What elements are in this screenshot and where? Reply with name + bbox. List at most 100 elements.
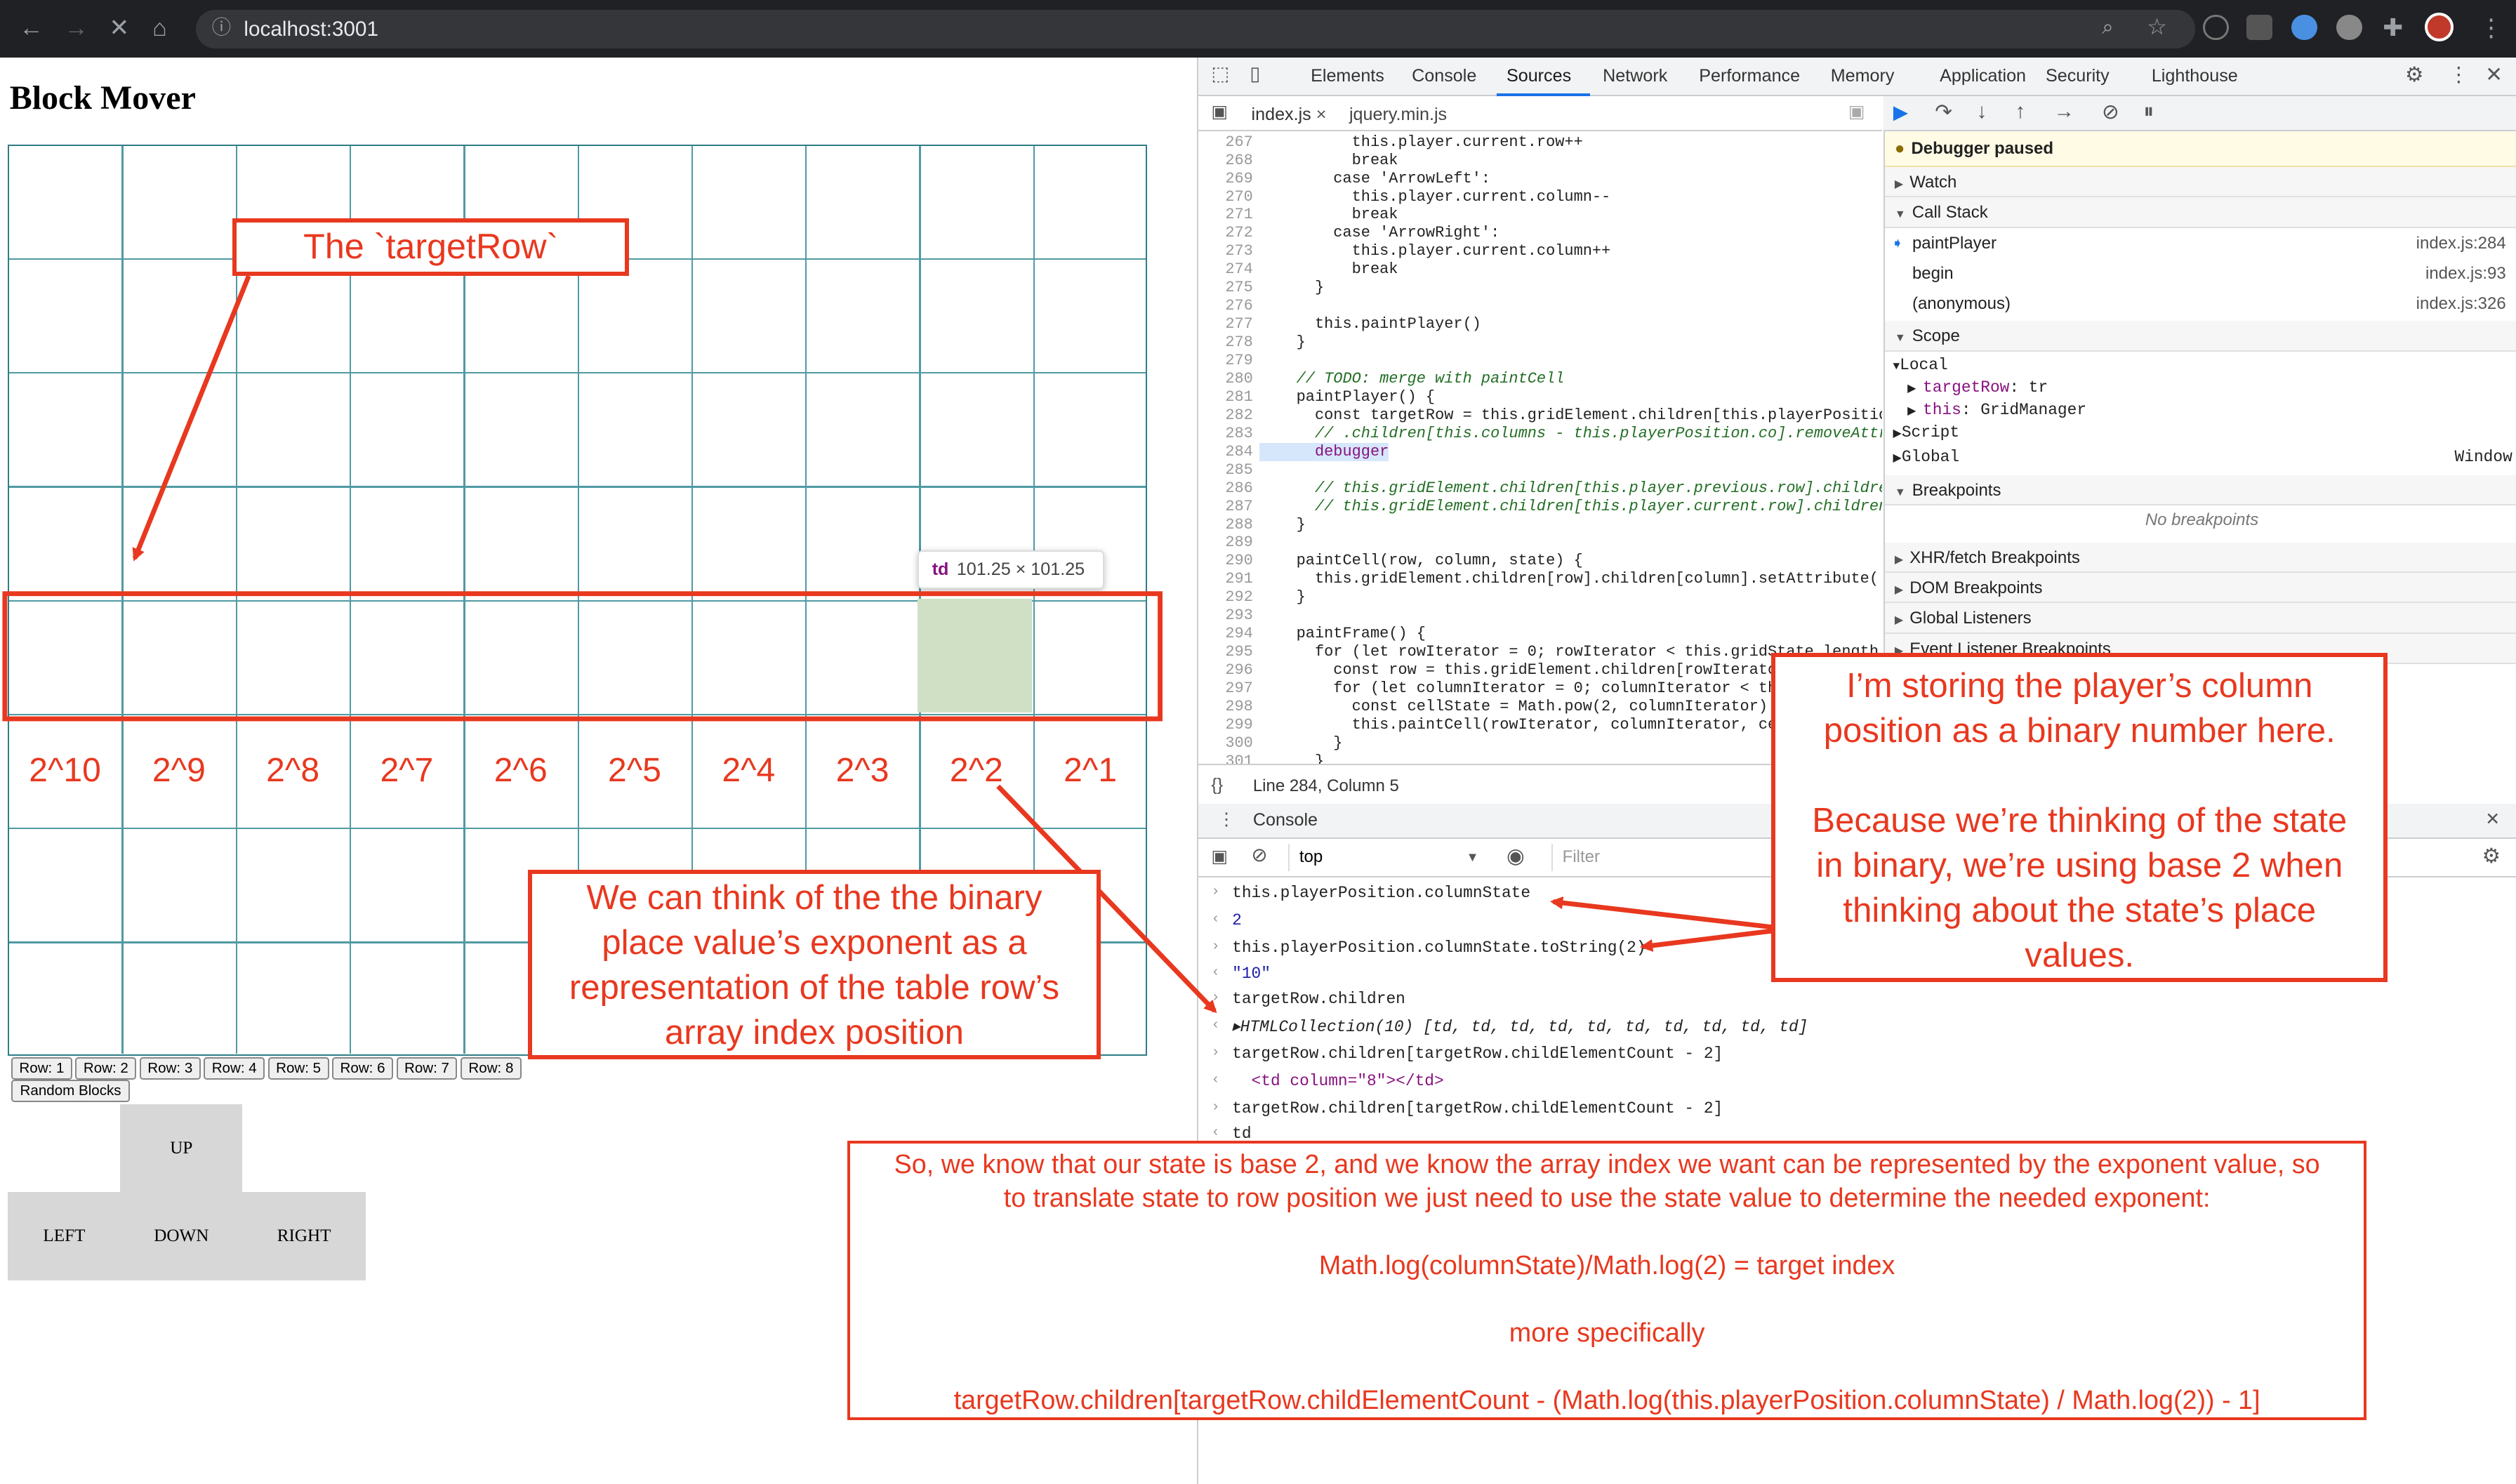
devtools-tab[interactable]: Console: [1412, 66, 1476, 86]
file-tab-index[interactable]: index.js ×: [1252, 105, 1327, 125]
line-number[interactable]: 271: [1198, 206, 1253, 224]
line-number[interactable]: 283: [1198, 425, 1253, 443]
device-toggle-icon[interactable]: ▯: [1250, 62, 1260, 85]
extension-icon[interactable]: [2291, 14, 2317, 41]
up-button[interactable]: UP: [120, 1104, 243, 1193]
devtools-tab[interactable]: Security: [2046, 66, 2110, 86]
down-button[interactable]: DOWN: [120, 1192, 243, 1280]
home-icon[interactable]: ⌂: [152, 13, 167, 45]
row-button[interactable]: Row: 1: [11, 1057, 72, 1080]
avatar[interactable]: [2424, 13, 2454, 42]
live-expression-eye-icon[interactable]: ◉: [1507, 844, 1525, 868]
line-number[interactable]: 286: [1198, 479, 1253, 498]
debugger-toggle-icon[interactable]: ▣: [1848, 101, 1865, 122]
line-number[interactable]: 276: [1198, 297, 1253, 315]
call-stack-frame[interactable]: ➧ paintPlayer index.js:284: [1885, 228, 2516, 258]
left-button[interactable]: LEFT: [8, 1192, 121, 1280]
menu-dots-icon[interactable]: ⋮: [2479, 13, 2503, 45]
line-number[interactable]: 278: [1198, 333, 1253, 352]
devtools-tab[interactable]: Elements: [1311, 66, 1384, 86]
line-number[interactable]: 285: [1198, 461, 1253, 479]
back-icon[interactable]: ←: [19, 13, 43, 45]
console-filter-input[interactable]: Filter: [1551, 844, 1776, 872]
line-number[interactable]: 284: [1198, 443, 1253, 461]
close-devtools-icon[interactable]: ✕: [2485, 62, 2503, 87]
format-icon[interactable]: {}: [1211, 775, 1223, 795]
extension-icon[interactable]: [2246, 14, 2272, 41]
line-number[interactable]: 291: [1198, 570, 1253, 588]
devtools-tab[interactable]: Sources: [1507, 66, 1571, 86]
devtools-tab[interactable]: Network: [1603, 66, 1667, 86]
deactivate-breakpoints-icon[interactable]: ⊘: [2102, 100, 2119, 124]
global-listeners-section[interactable]: ▶ Global Listeners: [1885, 603, 2516, 634]
line-number[interactable]: 293: [1198, 607, 1253, 625]
call-stack-frame[interactable]: begin index.js:93: [1885, 258, 2516, 289]
step-into-icon[interactable]: ↓: [1977, 100, 1987, 124]
stop-icon[interactable]: ✕: [109, 13, 129, 45]
dom-breakpoints-section[interactable]: ▶ DOM Breakpoints: [1885, 572, 2516, 604]
call-stack-section[interactable]: ▼ Call Stack: [1885, 197, 2516, 228]
row-button[interactable]: Row: 4: [204, 1057, 265, 1080]
console-drawer-tab[interactable]: Console: [1253, 810, 1318, 830]
forward-icon[interactable]: →: [64, 13, 88, 45]
context-select[interactable]: top ▼: [1288, 844, 1481, 872]
xhr-breakpoints-section[interactable]: ▶ XHR/fetch Breakpoints: [1885, 542, 2516, 573]
scope-var[interactable]: ▶ this: GridManager: [1907, 401, 2086, 419]
inspect-icon[interactable]: ⬚: [1211, 62, 1229, 85]
row-button[interactable]: Row: 7: [396, 1057, 458, 1080]
row-button[interactable]: Row: 5: [267, 1057, 329, 1080]
line-number[interactable]: 288: [1198, 516, 1253, 534]
line-number[interactable]: 279: [1198, 352, 1253, 370]
address-bar[interactable]: ⓘ localhost:3001 ⌕ ☆: [195, 9, 2195, 48]
line-number[interactable]: 297: [1198, 680, 1253, 698]
bookmark-star-icon[interactable]: ☆: [2147, 11, 2167, 44]
devtools-tab[interactable]: Memory: [1831, 66, 1895, 86]
step-over-icon[interactable]: ↷: [1935, 100, 1952, 124]
drawer-menu-icon[interactable]: ⋮: [1218, 809, 1236, 830]
breakpoints-section[interactable]: ▼ Breakpoints: [1885, 475, 2516, 505]
row-button[interactable]: Row: 3: [139, 1057, 201, 1080]
navigator-toggle-icon[interactable]: ▣: [1211, 101, 1228, 122]
line-number[interactable]: 267: [1198, 133, 1253, 152]
scope-global[interactable]: ▶Global: [1893, 448, 1960, 466]
scope-script[interactable]: ▶Script: [1893, 423, 1960, 442]
zoom-icon[interactable]: ⌕: [2102, 11, 2114, 44]
line-number[interactable]: 295: [1198, 643, 1253, 661]
line-number[interactable]: 280: [1198, 370, 1253, 388]
extension-icon[interactable]: [2336, 14, 2362, 41]
resume-icon[interactable]: ▶: [1893, 101, 1908, 124]
step-out-icon[interactable]: ↑: [2015, 100, 2026, 124]
player-cell[interactable]: [918, 598, 1032, 713]
row-button[interactable]: Row: 6: [332, 1057, 393, 1080]
line-number[interactable]: 275: [1198, 279, 1253, 297]
devtools-tab[interactable]: Application: [1940, 66, 2026, 86]
line-number[interactable]: 281: [1198, 388, 1253, 406]
scope-section[interactable]: ▼ Scope: [1885, 321, 2516, 352]
line-number[interactable]: 300: [1198, 734, 1253, 753]
random-blocks-button[interactable]: Random Blocks: [11, 1080, 131, 1103]
line-number[interactable]: 273: [1198, 242, 1253, 260]
line-number[interactable]: 287: [1198, 498, 1253, 516]
devtools-tab[interactable]: Performance: [1699, 66, 1800, 86]
settings-gear-icon[interactable]: ⚙: [2405, 62, 2424, 87]
right-button[interactable]: RIGHT: [242, 1192, 366, 1280]
line-number[interactable]: 282: [1198, 406, 1253, 425]
line-number[interactable]: 289: [1198, 534, 1253, 552]
watch-section[interactable]: ▶ Watch: [1885, 166, 2516, 198]
line-number[interactable]: 274: [1198, 260, 1253, 279]
row-button[interactable]: Row: 2: [75, 1057, 137, 1080]
line-number[interactable]: 269: [1198, 170, 1253, 188]
scope-local[interactable]: ▼Local: [1893, 356, 1948, 374]
line-number[interactable]: 268: [1198, 152, 1253, 170]
file-tab-jquery[interactable]: jquery.min.js: [1349, 105, 1447, 125]
step-icon[interactable]: →: [2053, 100, 2074, 124]
line-number[interactable]: 299: [1198, 716, 1253, 734]
line-number[interactable]: 272: [1198, 224, 1253, 242]
line-number[interactable]: 270: [1198, 188, 1253, 206]
scope-var[interactable]: ▶ targetRow: tr: [1907, 378, 2048, 397]
line-number[interactable]: 290: [1198, 552, 1253, 570]
clear-console-icon[interactable]: ⊘: [1252, 844, 1268, 866]
puzzle-icon[interactable]: ✚: [2383, 13, 2403, 45]
line-number[interactable]: 298: [1198, 698, 1253, 716]
extension-icon[interactable]: [2203, 14, 2229, 41]
